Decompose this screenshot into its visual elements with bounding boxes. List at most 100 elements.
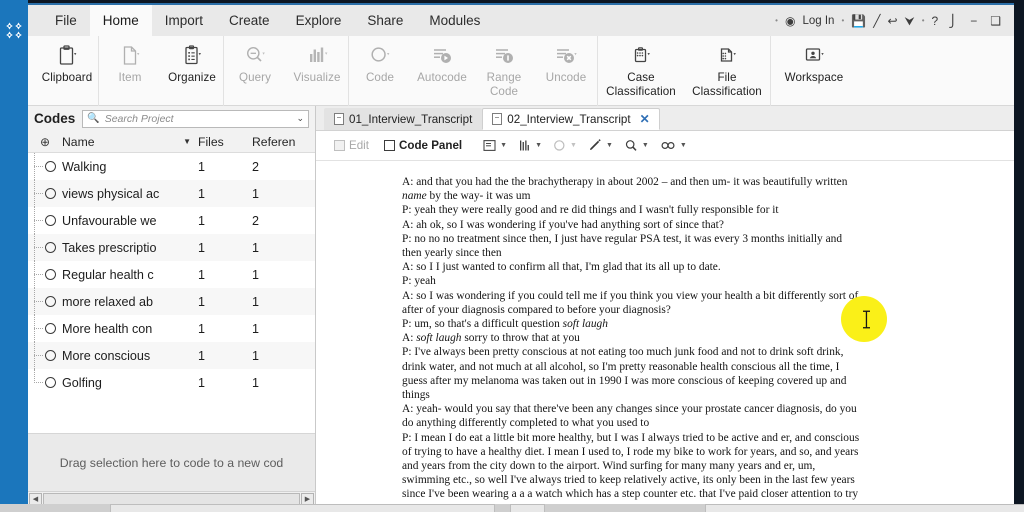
search-input[interactable]: 🔍 Search Project ⌄ <box>82 110 309 128</box>
table-row[interactable]: Regular health c 1 1 <box>28 261 315 288</box>
table-row[interactable]: More conscious 1 1 <box>28 342 315 369</box>
link-button[interactable]: ▼ <box>656 135 691 157</box>
code-files-count: 1 <box>198 214 252 228</box>
ribbon-tab-import[interactable]: Import <box>152 5 216 36</box>
search-icon: 🔍 <box>87 113 99 124</box>
nvivo-window: File Home Import Create Explore Share Mo… <box>0 0 1024 512</box>
chevron-down-icon[interactable]: ▼ <box>642 142 649 149</box>
ribbon-tab-explore[interactable]: Explore <box>283 5 355 36</box>
ribbon-tab-file[interactable]: File <box>42 5 90 36</box>
ribbon-label-clipboard: Clipboard <box>42 71 93 85</box>
ribbon-button-case-classification[interactable]: Case Classification <box>598 36 684 106</box>
column-header-references[interactable]: Referen <box>252 135 312 149</box>
ribbon-button-uncode[interactable]: Uncode <box>535 36 597 106</box>
zoom-button[interactable]: ▼ <box>620 135 653 157</box>
coding-stripes-icon <box>518 139 531 152</box>
ribbon-button-autocode[interactable]: Autocode <box>411 36 473 106</box>
document-icon <box>121 42 140 68</box>
range-code-icon <box>494 42 515 68</box>
transcript-body: A: and that you had the the brachytherap… <box>402 175 864 506</box>
ribbon-tab-home[interactable]: Home <box>90 5 152 36</box>
taskbar-item[interactable] <box>510 504 545 512</box>
edit-toggle[interactable]: Edit <box>328 135 375 157</box>
maximize-icon[interactable]: ❑ <box>987 14 1004 28</box>
code-files-count: 1 <box>198 349 252 363</box>
code-circle-icon <box>45 242 56 253</box>
table-row[interactable]: Walking 1 2 <box>28 153 315 180</box>
code-panel-toggle[interactable]: Code Panel <box>378 135 468 157</box>
tab-02-interview-transcript[interactable]: 02_Interview_Transcript ✕ <box>482 108 659 130</box>
ribbon-button-clipboard[interactable]: Clipboard <box>36 36 98 106</box>
table-row[interactable]: Takes prescriptio 1 1 <box>28 234 315 261</box>
chevron-down-icon[interactable]: ⌄ <box>296 113 304 124</box>
ribbon-button-query[interactable]: Query <box>224 36 286 106</box>
ribbon-button-code[interactable]: Code <box>349 36 411 106</box>
column-header-files[interactable]: Files <box>198 135 252 149</box>
account-icon[interactable]: ◉ <box>785 15 795 27</box>
ribbon-label-uncode: Uncode <box>546 71 587 85</box>
minimize-icon[interactable]: − <box>967 14 980 28</box>
code-references-count: 1 <box>252 295 312 309</box>
code-references-count: 1 <box>252 322 312 336</box>
help-icon[interactable]: ? <box>932 15 939 27</box>
move-tool-icon[interactable] <box>6 22 23 39</box>
code-name: More conscious <box>62 349 198 363</box>
ribbon-button-visualize[interactable]: Visualize <box>286 36 348 106</box>
close-icon[interactable]: ✕ <box>640 112 650 126</box>
edit-pencil-icon[interactable]: ╱ <box>873 15 880 27</box>
table-row[interactable]: more relaxed ab 1 1 <box>28 288 315 315</box>
code-name: views physical ac <box>62 187 198 201</box>
ribbon-button-range-code[interactable]: Range Code <box>473 36 535 106</box>
drag-hint-text: Drag selection here to code to a new cod <box>60 456 284 470</box>
code-files-count: 1 <box>198 241 252 255</box>
ribbon-button-file-classification[interactable]: File Classification <box>684 36 770 106</box>
transcript-line: P: I've always been pretty conscious at … <box>402 345 864 402</box>
circle-icon <box>553 139 566 152</box>
expand-all-icon[interactable]: ⊕ <box>28 135 62 149</box>
view-mode-button[interactable]: ▼ <box>479 135 511 157</box>
uncode-icon <box>556 42 577 68</box>
magnifier-icon <box>245 42 266 68</box>
coding-stripes-button[interactable]: ▼ <box>514 135 546 157</box>
drag-to-code-dropzone[interactable]: Drag selection here to code to a new cod <box>28 433 315 491</box>
ribbon-button-organize[interactable]: Organize <box>161 36 223 106</box>
taskbar-item[interactable] <box>110 504 495 512</box>
ribbon-display-options-icon[interactable]: ⎭ <box>945 14 960 28</box>
document-icon <box>492 113 502 125</box>
code-references-count: 2 <box>252 214 312 228</box>
login-button[interactable]: Log In <box>802 15 834 27</box>
organize-icon <box>183 42 202 68</box>
ribbon-tab-modules[interactable]: Modules <box>416 5 493 36</box>
ribbon-button-workspace[interactable]: Workspace <box>771 36 857 106</box>
ribbon-label-range-code: Range Code <box>473 71 535 99</box>
table-row[interactable]: More health con 1 1 <box>28 315 315 342</box>
highlight-button[interactable]: ▼ <box>584 135 617 157</box>
chevron-down-icon[interactable]: ▼ <box>570 142 577 149</box>
ribbon-tab-create[interactable]: Create <box>216 5 283 36</box>
chevron-down-icon[interactable]: ▼ <box>606 142 613 149</box>
ribbon-tab-share[interactable]: Share <box>354 5 416 36</box>
code-files-count: 1 <box>198 187 252 201</box>
taskbar-item[interactable] <box>705 504 1024 512</box>
chevron-down-icon[interactable]: ▼ <box>680 142 687 149</box>
codes-pane: Codes 🔍 Search Project ⌄ ⊕ Name ▼ Files … <box>28 106 316 506</box>
document-content-area[interactable]: A: and that you had the the brachytherap… <box>316 161 1014 506</box>
transcript-line: A: so I was wondering if you could tell … <box>402 289 864 317</box>
undo-icon[interactable]: ↩ <box>887 15 897 27</box>
table-row[interactable]: Golfing 1 1 <box>28 369 315 396</box>
ribbon-group-coding: Code Autocode <box>348 36 597 106</box>
customize-qat-icon[interactable]: ⮟ <box>905 15 915 27</box>
code-files-count: 1 <box>198 376 252 390</box>
column-header-name[interactable]: Name ▼ <box>62 135 198 149</box>
chevron-down-icon[interactable]: ▼ <box>535 142 542 149</box>
code-circle-icon <box>45 161 56 172</box>
table-row[interactable]: views physical ac 1 1 <box>28 180 315 207</box>
ribbon-button-item[interactable]: Item <box>99 36 161 106</box>
save-icon[interactable]: 💾 <box>851 15 866 27</box>
code-selection-button[interactable]: ▼ <box>549 135 581 157</box>
table-row[interactable]: Unfavourable we 1 2 <box>28 207 315 234</box>
circle-icon <box>370 42 391 68</box>
tab-01-interview-transcript[interactable]: 01_Interview_Transcript <box>324 108 482 130</box>
chevron-down-icon[interactable]: ▼ <box>500 142 507 149</box>
file-classification-icon <box>717 42 738 68</box>
